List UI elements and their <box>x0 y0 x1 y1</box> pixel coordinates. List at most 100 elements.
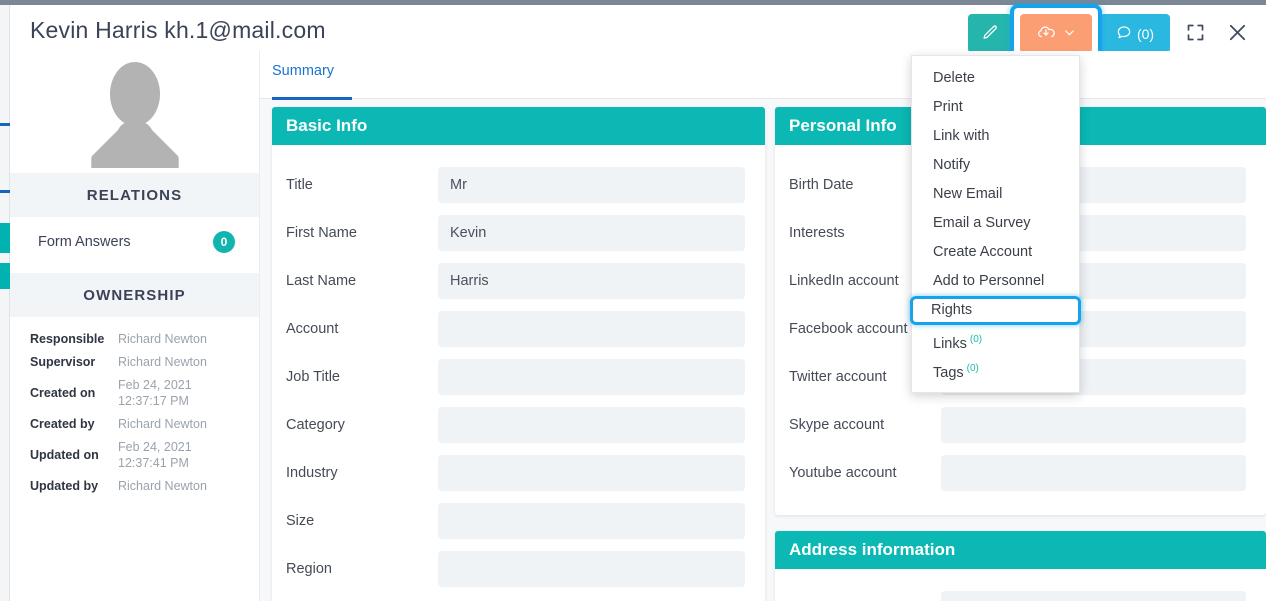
field-input-youtube-account[interactable] <box>941 455 1246 491</box>
card-address-information: Address information Address <box>775 531 1266 601</box>
menu-item-label: New Email <box>933 186 1003 202</box>
card-title: Address information <box>775 531 1266 569</box>
field-row: Account <box>286 305 745 353</box>
menu-item-label: Notify <box>933 157 971 173</box>
field-label: Account <box>286 321 339 337</box>
export-menu-button[interactable] <box>1020 14 1092 53</box>
ownership-value: Richard Newton <box>118 355 207 369</box>
card-basic-info: Basic Info Title First Name Last Name <box>272 107 765 601</box>
relations-body: Form Answers 0 <box>10 217 259 273</box>
card-column-left: Basic Info Title First Name Last Name <box>272 107 765 601</box>
field-input-size[interactable] <box>438 503 745 539</box>
ownership-row: Responsible Richard Newton <box>10 331 259 347</box>
ownership-row: Created by Richard Newton <box>10 416 259 432</box>
field-row: Region <box>286 545 745 593</box>
menu-item-label: Link with <box>933 128 990 144</box>
menu-item-delete[interactable]: Delete <box>912 64 1079 93</box>
menu-item-new-email[interactable]: New Email <box>912 180 1079 209</box>
avatar <box>10 51 259 173</box>
comments-button[interactable]: (0) <box>1100 14 1170 53</box>
menu-item-label: Email a Survey <box>933 215 1031 231</box>
ownership-value: Richard Newton <box>118 479 207 493</box>
ownership-key: Updated on <box>30 448 99 462</box>
sliver-accent-blue <box>0 123 10 126</box>
menu-item-add-to-personnel[interactable]: Add to Personnel <box>912 267 1079 296</box>
menu-item-link-with[interactable]: Link with <box>912 122 1079 151</box>
field-input-category[interactable] <box>438 407 745 443</box>
export-dropdown-menu: Delete Print Link with Notify New Email … <box>910 55 1081 393</box>
app-root: Kevin Harris kh.1@mail.com (0) RELATIONS… <box>0 0 1266 601</box>
menu-item-create-account[interactable]: Create Account <box>912 238 1079 267</box>
relation-label: Form Answers <box>38 234 131 250</box>
pencil-icon <box>982 24 999 44</box>
sliver-accent-blue-2 <box>0 190 10 193</box>
fullscreen-button[interactable] <box>1178 17 1212 51</box>
field-label: Title <box>286 177 313 193</box>
close-button[interactable] <box>1220 17 1254 51</box>
field-row: Size <box>286 497 745 545</box>
user-avatar-placeholder-icon <box>74 58 196 173</box>
menu-item-label: Print <box>933 99 963 115</box>
page-title: Kevin Harris kh.1@mail.com <box>30 17 326 43</box>
field-label: Region <box>286 561 332 577</box>
tab-bar: Summary <box>260 51 1266 100</box>
header-toolbar: (0) <box>968 4 1254 63</box>
field-input-first-name[interactable] <box>438 215 745 251</box>
ownership-row: Created on Feb 24, 2021 12:37:17 PM <box>10 377 259 409</box>
export-button-wrapper <box>1010 4 1102 63</box>
record-detail-dialog: Kevin Harris kh.1@mail.com (0) RELATIONS… <box>10 4 1266 601</box>
field-row: Skype account <box>789 401 1246 449</box>
ownership-value: Feb 24, 2021 12:37:17 PM <box>118 378 192 408</box>
ownership-key: Updated by <box>30 479 99 493</box>
comment-count: (0) <box>1136 25 1155 42</box>
main-content: Summary Basic Info Title First Name <box>260 51 1266 601</box>
field-label: Category <box>286 417 345 433</box>
field-input-industry[interactable] <box>438 455 745 491</box>
field-label: Skype account <box>789 417 885 433</box>
ownership-row: Updated by Richard Newton <box>10 478 259 494</box>
field-row: Last Name <box>286 257 745 305</box>
ownership-key: Supervisor <box>30 355 96 369</box>
field-label: Job Title <box>286 369 340 385</box>
menu-item-label: Create Account <box>933 244 1033 260</box>
ownership-heading: OWNERSHIP <box>10 273 259 317</box>
ownership-key: Created by <box>30 417 95 431</box>
menu-item-tags[interactable]: Tags (0) <box>912 354 1079 383</box>
field-row: Category <box>286 401 745 449</box>
relation-count-badge: 0 <box>213 231 235 253</box>
field-label: Size <box>286 513 315 529</box>
field-input-title[interactable] <box>438 167 745 203</box>
menu-item-email-a-survey[interactable]: Email a Survey <box>912 209 1079 238</box>
field-row: Job Title <box>286 353 745 401</box>
cloud-download-icon <box>1036 22 1056 45</box>
tab-summary[interactable]: Summary <box>272 63 334 91</box>
field-row: Title <box>286 161 745 209</box>
field-input-skype-account[interactable] <box>941 407 1246 443</box>
comment-bubble-icon <box>1116 24 1132 43</box>
chevron-down-icon <box>1063 26 1076 42</box>
menu-item-count: (0) <box>966 363 979 374</box>
menu-item-label: Links <box>933 335 967 352</box>
field-input-address[interactable] <box>941 591 1246 601</box>
field-row: Youtube account <box>789 449 1246 497</box>
menu-item-print[interactable]: Print <box>912 93 1079 122</box>
ownership-row: Updated on Feb 24, 2021 12:37:41 PM <box>10 439 259 471</box>
menu-item-label: Tags <box>933 364 964 381</box>
field-input-region[interactable] <box>438 551 745 587</box>
ownership-key: Responsible <box>30 332 105 346</box>
edit-button[interactable] <box>968 14 1012 53</box>
menu-item-notify[interactable]: Notify <box>912 151 1079 180</box>
relation-row-form-answers[interactable]: Form Answers 0 <box>38 231 235 253</box>
field-label: First Name <box>286 225 357 241</box>
field-input-job-title[interactable] <box>438 359 745 395</box>
field-input-account[interactable] <box>438 311 745 347</box>
field-input-last-name[interactable] <box>438 263 745 299</box>
card-body: Title First Name Last Name Account <box>272 145 765 601</box>
left-sidebar: RELATIONS Form Answers 0 OWNERSHIP Respo… <box>10 51 260 601</box>
dialog-header: Kevin Harris kh.1@mail.com (0) <box>10 4 1266 63</box>
menu-item-links[interactable]: Links (0) <box>912 325 1079 354</box>
menu-item-label: Rights <box>931 302 973 318</box>
card-body: Address <box>775 569 1266 601</box>
fullscreen-icon <box>1185 22 1206 46</box>
menu-item-rights[interactable]: Rights <box>910 296 1081 325</box>
